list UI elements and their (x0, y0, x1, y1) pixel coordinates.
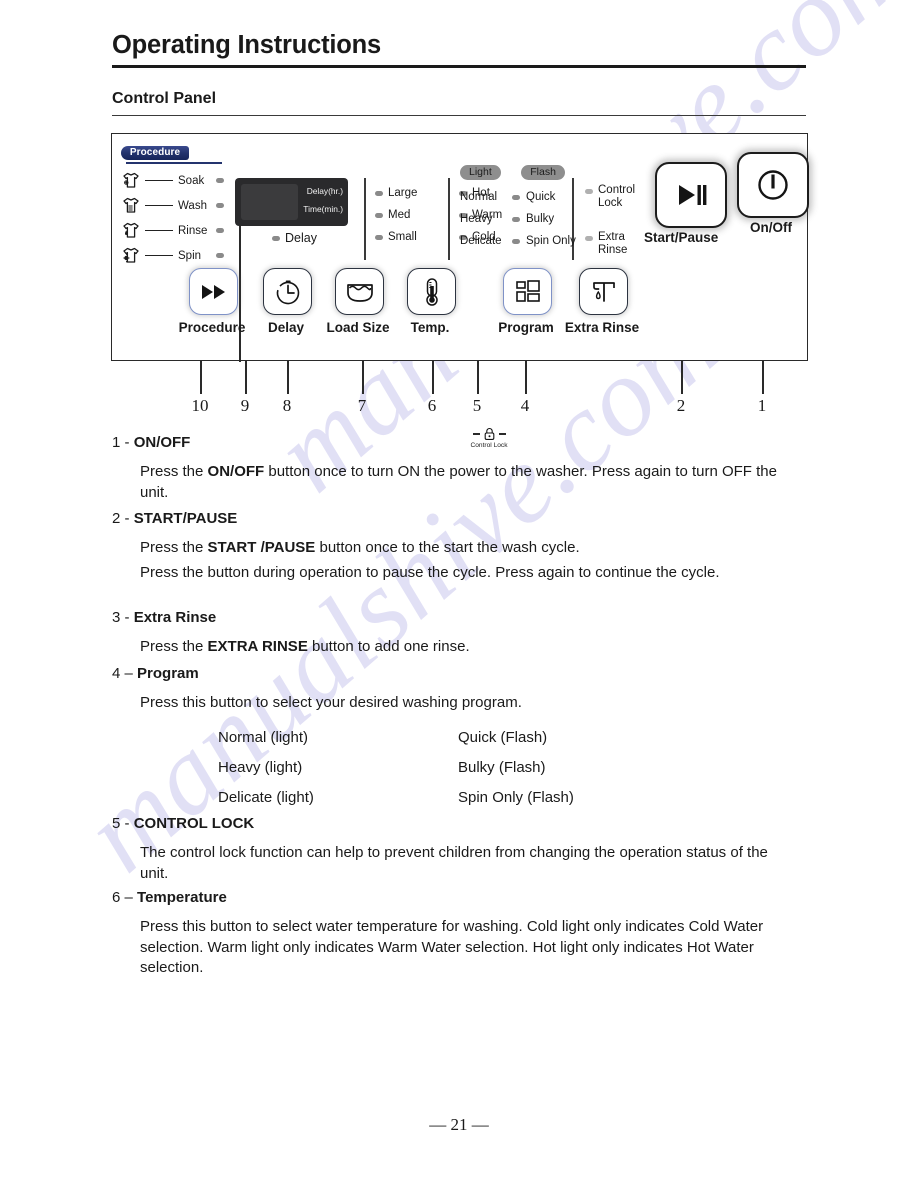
callout-annotations: 10 9 8 7 6 5 4 2 1 (0, 0, 918, 1188)
callout-leader-5 (477, 361, 479, 394)
program-options-row: Delicate (light) Spin Only (Flash) (218, 783, 574, 813)
manual-page: Operating Instructions Control Panel Pro… (0, 0, 918, 1188)
section-name-2: START/PAUSE (133, 510, 238, 527)
callout-leader-7 (362, 361, 364, 394)
callout-number-7: 7 (357, 396, 367, 415)
callout-leader-2 (681, 361, 683, 394)
section-dash-6: – (124, 889, 133, 906)
section-heading-2: 2 - START/PAUSE (112, 510, 237, 527)
section-body-6: Press this button to select water temper… (140, 918, 764, 976)
callout-number-2: 2 (676, 396, 686, 415)
program-option-light: Normal (light) (218, 729, 309, 746)
section-body-4: Press this button to select your desired… (140, 694, 522, 711)
section-heading-5: 5 - CONTROL LOCK (112, 815, 254, 832)
callout-number-8: 8 (282, 396, 292, 415)
section-heading-4: 4 – Program (112, 665, 199, 682)
callout-leader-9 (245, 361, 247, 394)
section-dash-4: – (124, 665, 133, 682)
page-number: — 21 — (429, 1115, 489, 1134)
callout-leader-10 (200, 361, 202, 394)
program-options-row: Heavy (light) Bulky (Flash) (218, 753, 574, 783)
callout-leader-8 (287, 361, 289, 394)
callout-number-4: 4 (520, 396, 530, 415)
callout-number-10: 10 (191, 396, 209, 415)
program-options-table: Normal (light) Quick (Flash) Heavy (light… (218, 723, 574, 813)
callout-leader-4 (525, 361, 527, 394)
callout-leader-1 (762, 361, 764, 394)
section-heading-3: 3 - Extra Rinse (112, 609, 216, 626)
section-body-2a: Press the START /PAUSE button once to th… (140, 539, 580, 556)
section-name-3: Extra Rinse (133, 609, 217, 626)
section-body-3: Press the EXTRA RINSE button to add one … (140, 638, 470, 655)
section-name-6: Temperature (137, 889, 227, 906)
section-heading-6: 6 – Temperature (112, 889, 227, 906)
section-heading-1: 1 - ON/OFF (112, 434, 190, 451)
section-name-1: ON/OFF (133, 434, 191, 451)
section-body-2b: Press the button during operation to pau… (140, 564, 720, 581)
program-option-light: Delicate (light) (218, 789, 314, 806)
program-option-light: Heavy (light) (218, 759, 303, 776)
program-options-row: Normal (light) Quick (Flash) (218, 723, 574, 753)
program-option-flash: Spin Only (Flash) (458, 789, 574, 806)
section-name-5: CONTROL LOCK (133, 815, 255, 832)
callout-leader-6 (432, 361, 434, 394)
callout-number-9: 9 (240, 396, 250, 415)
program-option-flash: Quick (Flash) (458, 729, 548, 746)
section-body-5: The control lock function can help to pr… (140, 844, 768, 882)
callout-number-6: 6 (427, 396, 437, 415)
section-name-4: Program (137, 665, 199, 682)
callout-number-1: 1 (757, 396, 767, 415)
program-option-flash: Bulky (Flash) (458, 759, 546, 776)
callout-number-5: 5 (472, 396, 482, 415)
section-body-1: Press the ON/OFF button once to turn ON … (140, 463, 777, 501)
